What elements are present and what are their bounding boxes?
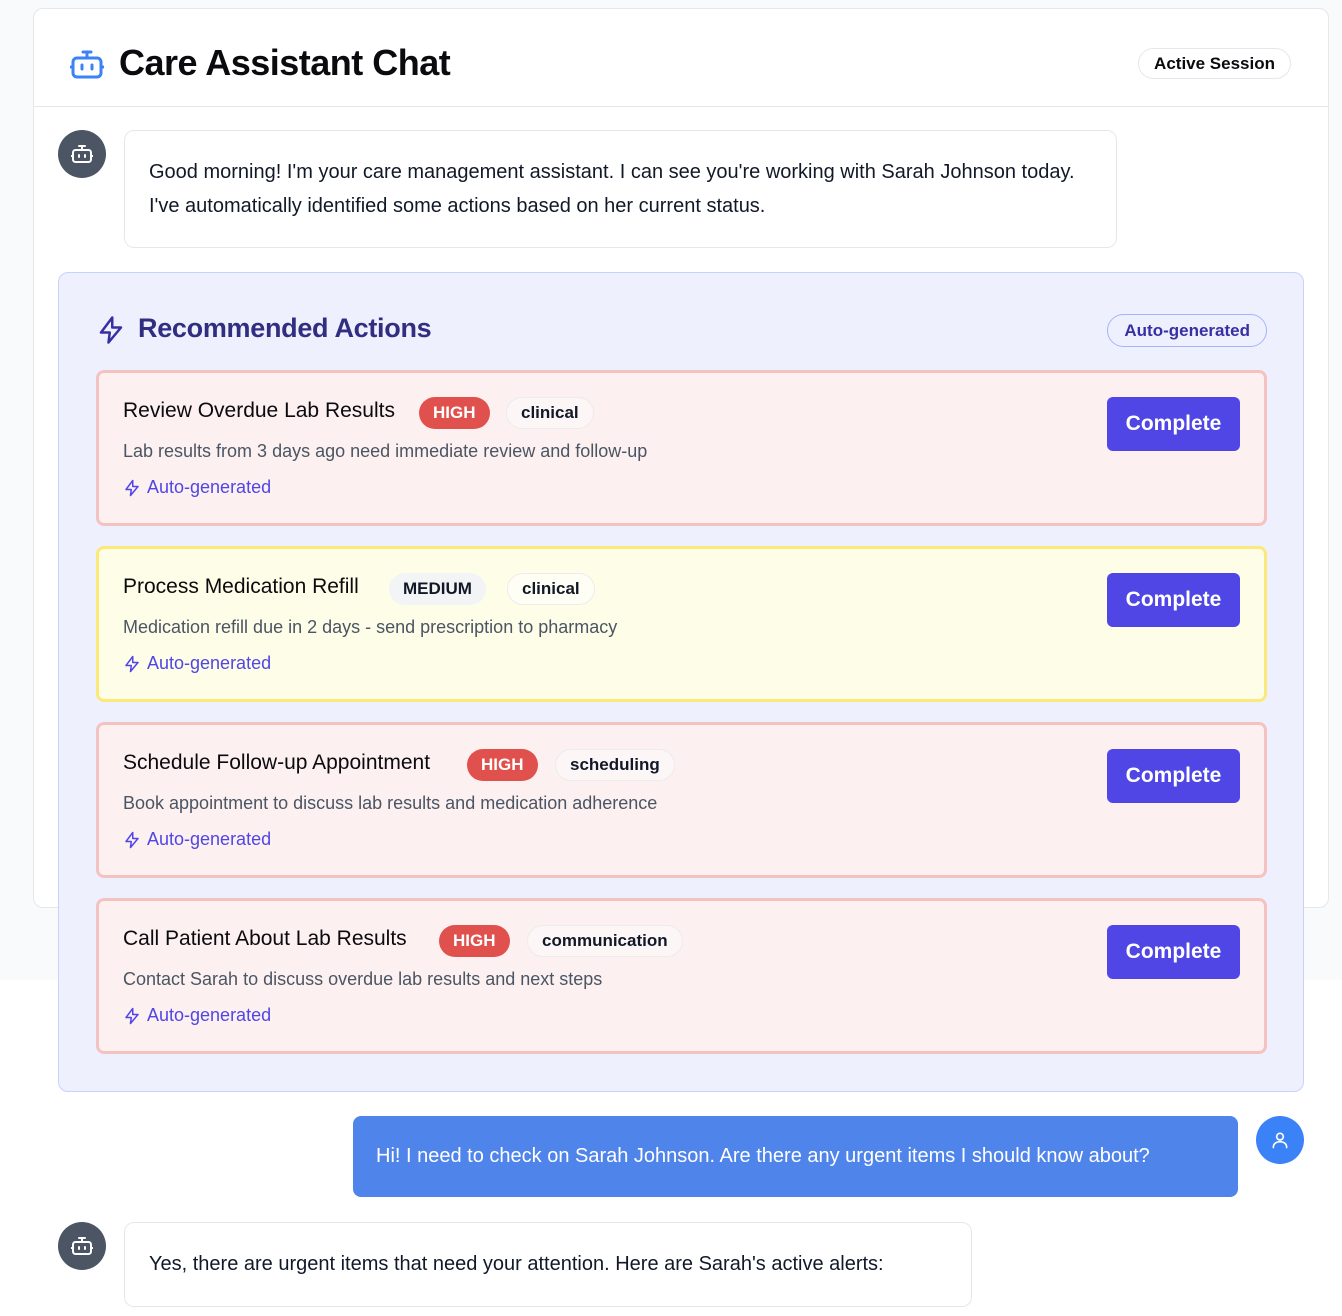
category-badge: clinical [506,397,594,429]
category-badge: scheduling [555,749,675,781]
action-description: Lab results from 3 days ago need immedia… [123,441,648,461]
action-source-label: Auto-generated [147,829,272,849]
complete-button[interactable]: Complete [1107,749,1240,803]
bot-icon [71,1237,93,1255]
recommended-actions-panel: Recommended Actions Auto-generated Revie… [58,272,1304,1092]
bot-icon [70,50,104,79]
action-title: Schedule Follow-up Appointment [123,751,431,774]
priority-badge: HIGH [439,925,510,957]
category-badge: communication [527,925,683,957]
priority-badge: HIGH [419,397,490,429]
action-title: Process Medication Refill [123,575,359,598]
assistant-message: Yes, there are urgent items that need yo… [124,1222,972,1307]
action-source: Auto-generated [123,477,271,498]
zap-icon [125,1007,139,1024]
session-status-badge: Active Session [1138,48,1291,79]
action-card: Review Overdue Lab Results HIGH clinical… [96,370,1267,526]
panel-title: Recommended Actions [138,313,432,343]
assistant-avatar [58,1222,106,1270]
assistant-avatar [58,130,106,178]
priority-badge: MEDIUM [389,573,486,605]
action-card: Process Medication Refill MEDIUM clinica… [96,546,1267,702]
zap-icon [125,655,139,672]
action-source: Auto-generated [123,1005,271,1026]
zap-icon [125,831,139,848]
page-title: Care Assistant Chat [119,42,451,83]
bot-icon [71,145,93,163]
zap-icon [125,479,139,496]
complete-button[interactable]: Complete [1107,397,1240,451]
priority-badge: HIGH [467,749,538,781]
action-title: Review Overdue Lab Results [123,399,395,422]
action-source: Auto-generated [123,653,271,674]
action-card: Schedule Follow-up Appointment HIGH sche… [96,722,1267,878]
auto-generated-badge: Auto-generated [1107,314,1267,347]
user-message: Hi! I need to check on Sarah Johnson. Ar… [353,1116,1238,1197]
action-source: Auto-generated [123,829,271,850]
action-source-label: Auto-generated [147,477,272,497]
action-source-label: Auto-generated [147,1005,272,1025]
action-card: Call Patient About Lab Results HIGH comm… [96,898,1267,1054]
user-icon [1272,1132,1288,1149]
zap-icon [99,316,123,344]
complete-button[interactable]: Complete [1107,925,1240,979]
complete-button[interactable]: Complete [1107,573,1240,627]
category-badge: clinical [507,573,595,605]
assistant-message: Good morning! I'm your care management a… [124,130,1117,248]
user-avatar [1256,1116,1304,1164]
action-description: Book appointment to discuss lab results … [123,793,658,813]
chat-header: Care Assistant Chat Active Session [34,9,1328,107]
action-source-label: Auto-generated [147,653,272,673]
action-description: Medication refill due in 2 days - send p… [123,617,618,637]
action-description: Contact Sarah to discuss overdue lab res… [123,969,603,989]
action-title: Call Patient About Lab Results [123,927,407,950]
